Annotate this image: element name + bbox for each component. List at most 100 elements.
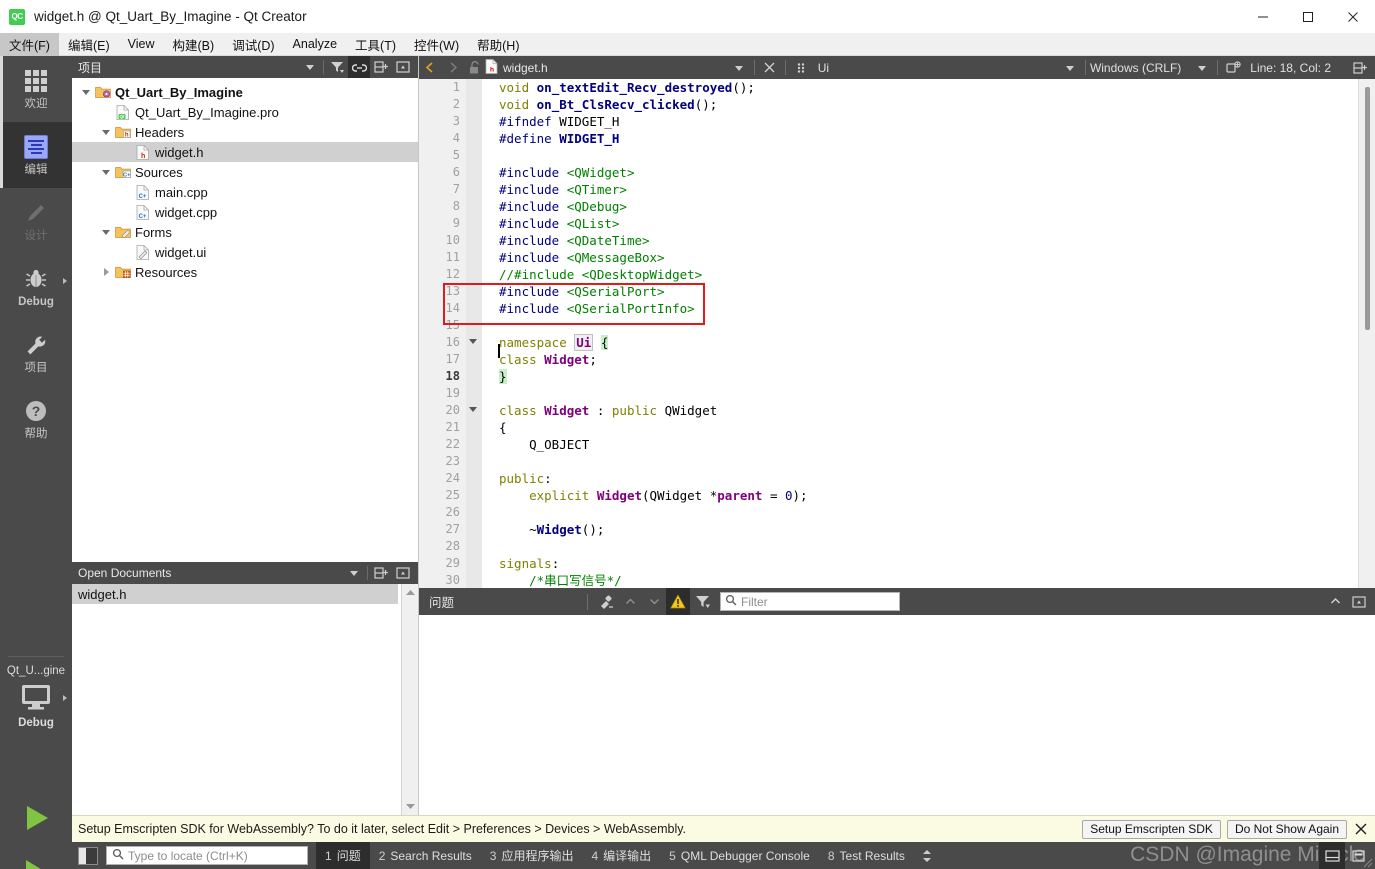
code-line[interactable]: 15 xyxy=(419,317,1358,334)
mode-edit[interactable]: 编辑 xyxy=(0,122,72,188)
code-line[interactable]: 9 #include <QList> xyxy=(419,215,1358,232)
resize-grip[interactable] xyxy=(1361,856,1373,868)
filter-icon[interactable] xyxy=(326,56,348,78)
code-line[interactable]: 8 #include <QDebug> xyxy=(419,198,1358,215)
code-line[interactable]: 23 xyxy=(419,453,1358,470)
maximize-icon[interactable] xyxy=(1285,0,1330,33)
split-editor-icon[interactable] xyxy=(1222,56,1244,79)
symbol-selector-label[interactable]: Ui xyxy=(818,61,829,75)
code-editor[interactable]: 1 void on_textEdit_Recv_destroyed(); 2 void… xyxy=(419,79,1375,588)
line-ending-dropdown-icon[interactable] xyxy=(1191,56,1213,79)
split-icon[interactable] xyxy=(370,56,392,78)
file-dropdown-icon[interactable] xyxy=(728,56,750,79)
line-ending-label[interactable]: Windows (CRLF) xyxy=(1090,61,1181,75)
link-with-editor-icon[interactable] xyxy=(348,56,370,78)
tree-item-headers[interactable]: h Headers xyxy=(72,122,418,142)
desktop-kit-icon[interactable] xyxy=(19,683,67,714)
code-line[interactable]: 24 public: xyxy=(419,470,1358,487)
code-line[interactable]: 10 #include <QDateTime> xyxy=(419,232,1358,249)
kit-name-label[interactable]: Qt_U...gine xyxy=(7,665,65,677)
code-line[interactable]: 3 #ifndef WIDGET_H xyxy=(419,113,1358,130)
run-button[interactable] xyxy=(0,791,72,845)
close-editor-icon[interactable] xyxy=(759,56,781,79)
menu-item-6[interactable]: 工具(T) xyxy=(346,33,405,56)
mode-help[interactable]: ? 帮助 xyxy=(0,386,72,452)
code-line[interactable]: 11 #include <QMessageBox> xyxy=(419,249,1358,266)
menu-item-0[interactable]: 文件(F) xyxy=(0,32,59,56)
close-icon[interactable] xyxy=(1330,0,1375,33)
code-line[interactable]: 12 //#include <QDesktopWidget> xyxy=(419,266,1358,283)
build-config-label[interactable]: Debug xyxy=(18,717,54,729)
code-line[interactable]: 29 signals: xyxy=(419,555,1358,572)
output-tab-5[interactable]: 8 Test Results xyxy=(819,842,914,869)
tree-item-widget-h[interactable]: h widget.h xyxy=(72,142,418,162)
mode-design[interactable]: 设计 xyxy=(0,188,72,254)
tree-item-qt-uart-by-imagine[interactable]: Qt_Uart_By_Imagine xyxy=(72,82,418,102)
chevron-down-icon[interactable] xyxy=(98,229,114,235)
chevron-down-icon[interactable] xyxy=(78,89,94,95)
filter-icon[interactable] xyxy=(690,588,714,615)
code-line[interactable]: 27 ~Widget(); xyxy=(419,521,1358,538)
warning-triangle-icon[interactable] xyxy=(666,588,690,615)
chevron-down-icon[interactable] xyxy=(98,129,114,135)
tree-item-resources[interactable]: Resources xyxy=(72,262,418,282)
do-not-show-again-button[interactable]: Do Not Show Again xyxy=(1226,819,1347,839)
code-line[interactable]: 20 class Widget : public QWidget xyxy=(419,402,1358,419)
menu-item-8[interactable]: 帮助(H) xyxy=(468,33,528,56)
sidebar-toggle-icon[interactable] xyxy=(78,846,98,865)
chevron-right-icon[interactable] xyxy=(98,268,114,276)
forward-arrow-icon[interactable] xyxy=(441,56,463,79)
close-notification-icon[interactable] xyxy=(1347,822,1375,836)
code-line[interactable]: 17 class Widget; xyxy=(419,351,1358,368)
code-line[interactable]: 25 explicit Widget(QWidget *parent = 0); xyxy=(419,487,1358,504)
output-pane-icon[interactable] xyxy=(1319,842,1345,869)
code-line[interactable]: 13 #include <QSerialPort> xyxy=(419,283,1358,300)
code-line[interactable]: 26 xyxy=(419,504,1358,521)
code-line[interactable]: 4 #define WIDGET_H xyxy=(419,130,1358,147)
scroll-down-icon[interactable] xyxy=(402,798,419,815)
scroll-up-icon[interactable] xyxy=(402,584,419,601)
output-tab-0[interactable]: 1 问题 xyxy=(316,842,370,869)
symbol-grid-icon[interactable] xyxy=(790,56,812,79)
collapse-panel-icon[interactable] xyxy=(1323,588,1347,615)
tree-item-widget-ui[interactable]: widget.ui xyxy=(72,242,418,262)
mode-welcome[interactable]: 欢迎 xyxy=(0,56,72,122)
symbol-dropdown-icon[interactable] xyxy=(1059,56,1081,79)
tree-item-sources[interactable]: C+ Sources xyxy=(72,162,418,182)
code-line[interactable]: 14 #include <QSerialPortInfo> xyxy=(419,300,1358,317)
close-panel-icon[interactable] xyxy=(392,56,414,78)
mode-projects[interactable]: 项目 xyxy=(0,320,72,386)
setup-emscripten-sdk-button[interactable]: Setup Emscripten SDK xyxy=(1082,819,1221,839)
code-line[interactable]: 21 { xyxy=(419,419,1358,436)
code-line[interactable]: 30 /*串口写信号*/ xyxy=(419,572,1358,588)
menu-item-1[interactable]: 编辑(E) xyxy=(59,33,119,56)
close-panel-icon[interactable] xyxy=(392,562,414,584)
code-line[interactable]: 7 #include <QTimer> xyxy=(419,181,1358,198)
fold-marker-icon[interactable] xyxy=(469,339,477,344)
up-down-arrows-icon[interactable] xyxy=(922,849,932,863)
output-tab-3[interactable]: 4 编译输出 xyxy=(582,842,660,869)
output-tab-1[interactable]: 2 Search Results xyxy=(370,842,481,869)
chevron-down-icon[interactable] xyxy=(343,562,365,584)
back-arrow-icon[interactable] xyxy=(419,56,441,79)
menu-item-7[interactable]: 控件(W) xyxy=(405,33,468,56)
tree-item-widget-cpp[interactable]: C+ widget.cpp xyxy=(72,202,418,222)
editor-scrollbar[interactable] xyxy=(1358,79,1375,588)
code-line[interactable]: 18} xyxy=(419,368,1358,385)
code-line[interactable]: 28 xyxy=(419,538,1358,555)
code-line[interactable]: 6 #include <QWidget> xyxy=(419,164,1358,181)
tree-item-main-cpp[interactable]: C+ main.cpp xyxy=(72,182,418,202)
close-panel-icon[interactable] xyxy=(1347,588,1371,615)
code-text-area[interactable]: 1 void on_textEdit_Recv_destroyed(); 2 void… xyxy=(419,79,1358,588)
menu-item-5[interactable]: Analyze xyxy=(284,33,346,56)
tree-item-forms[interactable]: Forms xyxy=(72,222,418,242)
tree-item-qt-uart-by-imagine-pro[interactable]: Qt Qt_Uart_By_Imagine.pro xyxy=(72,102,418,122)
menu-item-4[interactable]: 调试(D) xyxy=(223,33,283,56)
locator-input[interactable]: Type to locate (Ctrl+K) xyxy=(106,846,308,865)
minimize-icon[interactable] xyxy=(1240,0,1285,33)
unlock-icon[interactable] xyxy=(463,56,485,79)
menu-item-2[interactable]: View xyxy=(119,33,164,56)
code-line[interactable]: 19 xyxy=(419,385,1358,402)
issues-filter-input[interactable]: Filter xyxy=(720,592,900,611)
chevron-up-icon[interactable] xyxy=(618,588,642,615)
